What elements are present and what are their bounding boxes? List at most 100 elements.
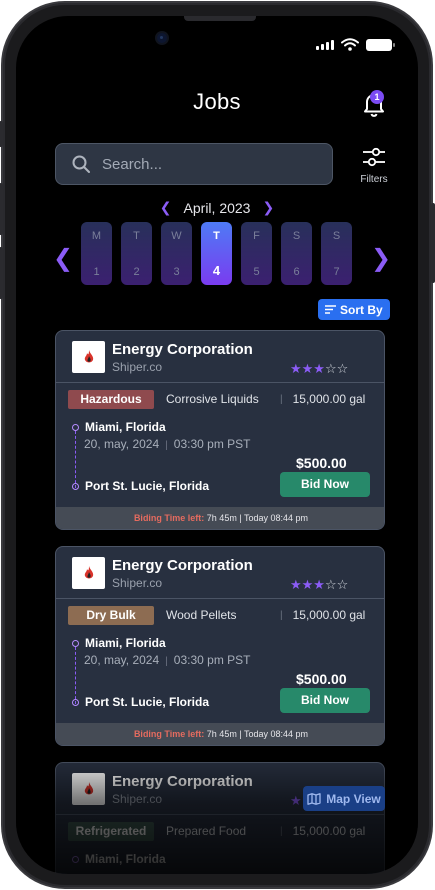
filters-label: Filters — [360, 174, 388, 185]
destination: Port St. Lucie, Florida — [72, 479, 209, 493]
map-view-button[interactable]: Map View — [303, 786, 385, 811]
month-selector: ❮ April, 2023 ❯ — [16, 199, 418, 216]
day-number: 4 — [212, 263, 221, 278]
day-letter: F — [253, 230, 260, 242]
pickup-date-label: 20, may, 2024 — [84, 437, 160, 451]
sort-by-label: Sort By — [340, 302, 383, 317]
origin: Miami, Florida — [72, 852, 166, 866]
bid-now-button[interactable]: Bid Now — [280, 472, 370, 497]
job-card[interactable]: Energy Corporation Shiper.co ★★★☆☆ Dry B… — [55, 546, 385, 746]
sort-by-button[interactable]: Sort By — [318, 299, 390, 320]
sort-icon — [325, 305, 336, 314]
screen: Jobs 1 Filters ❮ A — [16, 16, 418, 874]
time-left-label: Biding Time left: — [133, 729, 205, 739]
cargo-quantity: 15,000.00 gal — [292, 608, 366, 622]
day-7[interactable]: S7 — [321, 222, 352, 285]
bid-price: $500.00 — [296, 671, 347, 687]
prev-week-icon[interactable]: ❮ — [53, 244, 73, 273]
day-5[interactable]: F5 — [241, 222, 272, 285]
phone-frame: Jobs 1 Filters ❮ A — [0, 3, 435, 887]
company-name: Energy Corporation — [112, 557, 253, 574]
time-left-value: 7h 45m | Today 08:44 pm — [206, 729, 309, 739]
flame-icon — [84, 349, 93, 362]
day-4-selected[interactable]: T4 — [201, 222, 232, 285]
company-logo — [72, 341, 105, 373]
day-number: 1 — [93, 266, 100, 278]
prev-month-icon[interactable]: ❮ — [160, 199, 172, 216]
filters-button[interactable]: Filters — [357, 146, 391, 185]
destination-dot-icon — [72, 698, 79, 706]
cargo-row: Refrigerated Prepared Food | 15,000.00 g… — [68, 821, 374, 841]
shipper-name: Shiper.co — [112, 360, 163, 374]
map-icon — [307, 792, 321, 805]
day-number: 6 — [293, 266, 300, 278]
origin-dot-icon — [72, 639, 79, 647]
day-number: 5 — [253, 266, 260, 278]
bid-now-button[interactable]: Bid Now — [280, 688, 370, 713]
day-2[interactable]: T2 — [121, 222, 152, 285]
notification-badge: 1 — [370, 90, 384, 104]
cargo-row: Hazardous Corrosive Liquids | 15,000.00 … — [68, 389, 374, 409]
cargo-type: Prepared Food — [166, 824, 247, 838]
bidding-time-bar: Biding Time left: 7h 45m | Today 08:44 p… — [56, 723, 384, 745]
day-number: 2 — [133, 266, 140, 278]
rating-stars: ★★★☆☆ — [290, 577, 349, 592]
day-1[interactable]: M1 — [81, 222, 112, 285]
job-card[interactable]: Energy Corporation Shiper.co ★★★☆☆ Hazar… — [55, 330, 385, 530]
card-header: Energy Corporation Shiper.co ★★★☆☆ — [56, 331, 384, 383]
bid-price: $500.00 — [296, 455, 347, 471]
divider: | — [280, 393, 283, 405]
company-logo — [72, 773, 105, 805]
shipper-name: Shiper.co — [112, 792, 163, 806]
battery-icon — [366, 38, 395, 51]
cargo-quantity: 15,000.00 gal — [292, 824, 366, 838]
destination-dot-icon — [72, 482, 79, 490]
week-days: M1 T2 W3 T4 F5 S6 S7 — [81, 222, 352, 285]
status-bar — [316, 38, 395, 51]
destination-label: Port St. Lucie, Florida — [85, 479, 210, 493]
company-name: Energy Corporation — [112, 773, 253, 790]
origin-dot-icon — [72, 423, 79, 431]
category-badge: Refrigerated — [68, 821, 154, 841]
signal-icon — [316, 39, 334, 50]
cargo-row: Dry Bulk Wood Pellets | 15,000.00 gal — [68, 605, 374, 625]
day-6[interactable]: S6 — [281, 222, 312, 285]
pickup-date: 20, may, 2024 | 03:30 pm PST — [84, 653, 251, 667]
day-letter: M — [91, 230, 102, 242]
map-view-label: Map View — [326, 791, 381, 806]
bidding-time-bar: Biding Time left: 7h 45m | Today 08:44 p… — [56, 507, 384, 529]
power-button — [431, 203, 435, 283]
category-badge: Hazardous — [68, 389, 154, 409]
next-week-icon[interactable]: ❯ — [371, 244, 391, 273]
search-bar[interactable] — [55, 143, 333, 185]
destination-label: Port St. Lucie, Florida — [85, 695, 210, 709]
speaker — [184, 16, 256, 21]
time-left-value: 7h 45m | Today 08:44 pm — [206, 513, 309, 523]
search-icon — [72, 155, 90, 173]
day-letter: S — [332, 230, 341, 242]
volume-down-button — [0, 247, 3, 299]
search-input[interactable] — [102, 155, 302, 173]
day-letter: W — [171, 230, 182, 242]
silent-switch — [0, 121, 3, 147]
month-label: April, 2023 — [183, 199, 251, 216]
origin-label: Miami, Florida — [85, 420, 166, 434]
next-month-icon[interactable]: ❯ — [262, 199, 274, 216]
category-badge: Dry Bulk — [68, 605, 154, 625]
day-letter: T — [213, 230, 220, 242]
shipper-name: Shiper.co — [112, 576, 163, 590]
cargo-quantity: 15,000.00 gal — [292, 392, 366, 406]
pickup-time-label: 03:30 pm PST — [173, 653, 251, 667]
job-card[interactable]: Energy Corporation Shiper.co ★ Refrigera… — [55, 762, 385, 874]
origin-dot-icon — [72, 855, 79, 863]
pickup-date: 20, may, 2024 | 03:30 pm PST — [84, 437, 251, 451]
divider: | — [280, 825, 283, 837]
flame-icon — [84, 782, 93, 795]
pickup-date-label: 20, may, 2024 — [84, 653, 160, 667]
card-header: Energy Corporation Shiper.co ★★★☆☆ — [56, 547, 384, 599]
day-3[interactable]: W3 — [161, 222, 192, 285]
company-name: Energy Corporation — [112, 341, 253, 358]
origin-label: Miami, Florida — [85, 636, 166, 650]
time-left-label: Biding Time left: — [133, 513, 205, 523]
destination: Port St. Lucie, Florida — [72, 695, 209, 709]
